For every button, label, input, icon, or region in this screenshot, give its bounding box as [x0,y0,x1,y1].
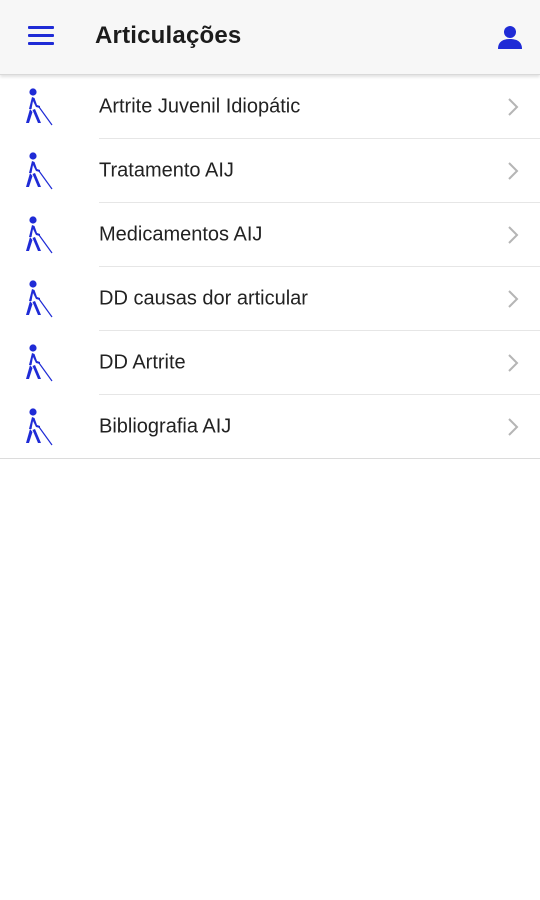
menu-icon[interactable] [28,26,54,48]
list-item-tratamento[interactable]: Tratamento AIJ [0,139,540,203]
person-icon[interactable] [497,24,523,50]
blind-walking-icon [22,87,56,127]
list-item-label: DD Artrite [99,351,186,374]
blind-walking-icon [22,215,56,255]
list-item-medicamentos[interactable]: Medicamentos AIJ [0,203,540,267]
chevron-right-icon [506,161,520,181]
blind-walking-icon [22,279,56,319]
list-item-label: Medicamentos AIJ [99,223,263,246]
chevron-right-icon [506,225,520,245]
list-item-label: Bibliografia AIJ [99,415,232,438]
list-item-label: Artrite Juvenil Idiopátic [99,95,301,118]
list-item-artrite-juvenil[interactable]: Artrite Juvenil Idiopátic [0,75,540,139]
list-item-dd-causas[interactable]: DD causas dor articular [0,267,540,331]
divider [0,458,540,459]
page-title: Articulações [95,22,242,49]
list-item-label: Tratamento AIJ [99,159,234,182]
blind-walking-icon [22,407,56,447]
chevron-right-icon [506,289,520,309]
list-item-dd-artrite[interactable]: DD Artrite [0,331,540,395]
chevron-right-icon [506,97,520,117]
blind-walking-icon [22,151,56,191]
app-bar: Articulações [0,0,540,75]
blind-walking-icon [22,343,56,383]
topics-list: Artrite Juvenil Idiopátic Tratamento AIJ [0,75,540,459]
list-item-bibliografia[interactable]: Bibliografia AIJ [0,395,540,459]
chevron-right-icon [506,353,520,373]
list-item-label: DD causas dor articular [99,287,308,310]
chevron-right-icon [506,417,520,437]
